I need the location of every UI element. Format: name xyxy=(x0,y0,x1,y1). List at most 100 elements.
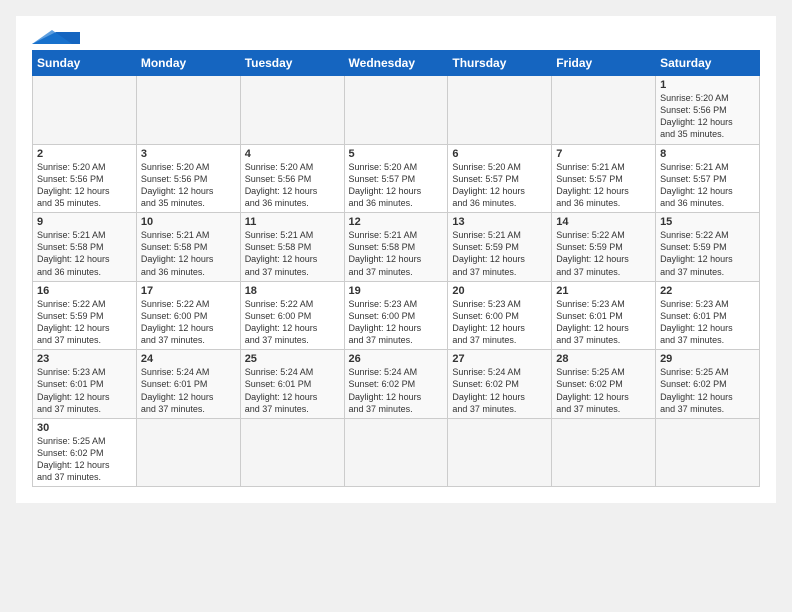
day-number: 28 xyxy=(556,353,651,365)
calendar-cell xyxy=(33,76,137,145)
calendar-cell: 5Sunrise: 5:20 AMSunset: 5:57 PMDaylight… xyxy=(344,144,448,213)
calendar-cell: 9Sunrise: 5:21 AMSunset: 5:58 PMDaylight… xyxy=(33,213,137,282)
page: SundayMondayTuesdayWednesdayThursdayFrid… xyxy=(16,16,776,503)
calendar-cell: 21Sunrise: 5:23 AMSunset: 6:01 PMDayligh… xyxy=(552,281,656,350)
weekday-header-monday: Monday xyxy=(136,51,240,76)
day-info: Sunrise: 5:23 AMSunset: 6:01 PMDaylight:… xyxy=(37,366,132,415)
calendar-cell xyxy=(656,418,760,487)
calendar-cell: 27Sunrise: 5:24 AMSunset: 6:02 PMDayligh… xyxy=(448,350,552,419)
day-info: Sunrise: 5:25 AMSunset: 6:02 PMDaylight:… xyxy=(556,366,651,415)
weekday-header-wednesday: Wednesday xyxy=(344,51,448,76)
day-number: 21 xyxy=(556,285,651,297)
day-number: 23 xyxy=(37,353,132,365)
calendar-week-row: 16Sunrise: 5:22 AMSunset: 5:59 PMDayligh… xyxy=(33,281,760,350)
calendar-cell: 4Sunrise: 5:20 AMSunset: 5:56 PMDaylight… xyxy=(240,144,344,213)
calendar-cell: 14Sunrise: 5:22 AMSunset: 5:59 PMDayligh… xyxy=(552,213,656,282)
day-info: Sunrise: 5:20 AMSunset: 5:57 PMDaylight:… xyxy=(452,161,547,210)
calendar-cell: 29Sunrise: 5:25 AMSunset: 6:02 PMDayligh… xyxy=(656,350,760,419)
day-number: 19 xyxy=(349,285,444,297)
calendar-cell xyxy=(344,76,448,145)
calendar-cell: 18Sunrise: 5:22 AMSunset: 6:00 PMDayligh… xyxy=(240,281,344,350)
day-number: 22 xyxy=(660,285,755,297)
calendar-cell: 1Sunrise: 5:20 AMSunset: 5:56 PMDaylight… xyxy=(656,76,760,145)
calendar-cell: 12Sunrise: 5:21 AMSunset: 5:58 PMDayligh… xyxy=(344,213,448,282)
day-info: Sunrise: 5:24 AMSunset: 6:01 PMDaylight:… xyxy=(141,366,236,415)
day-info: Sunrise: 5:21 AMSunset: 5:58 PMDaylight:… xyxy=(245,229,340,278)
calendar-table: SundayMondayTuesdayWednesdayThursdayFrid… xyxy=(32,50,760,487)
day-info: Sunrise: 5:21 AMSunset: 5:58 PMDaylight:… xyxy=(349,229,444,278)
day-number: 4 xyxy=(245,148,340,160)
calendar-cell: 6Sunrise: 5:20 AMSunset: 5:57 PMDaylight… xyxy=(448,144,552,213)
calendar-week-row: 23Sunrise: 5:23 AMSunset: 6:01 PMDayligh… xyxy=(33,350,760,419)
calendar-cell: 3Sunrise: 5:20 AMSunset: 5:56 PMDaylight… xyxy=(136,144,240,213)
day-info: Sunrise: 5:23 AMSunset: 6:01 PMDaylight:… xyxy=(556,298,651,347)
weekday-header-tuesday: Tuesday xyxy=(240,51,344,76)
weekday-header-sunday: Sunday xyxy=(33,51,137,76)
day-number: 30 xyxy=(37,422,132,434)
day-number: 7 xyxy=(556,148,651,160)
day-number: 1 xyxy=(660,79,755,91)
calendar-cell xyxy=(552,418,656,487)
logo-icon xyxy=(32,30,80,44)
day-info: Sunrise: 5:24 AMSunset: 6:02 PMDaylight:… xyxy=(452,366,547,415)
day-number: 12 xyxy=(349,216,444,228)
calendar-cell: 20Sunrise: 5:23 AMSunset: 6:00 PMDayligh… xyxy=(448,281,552,350)
day-info: Sunrise: 5:23 AMSunset: 6:01 PMDaylight:… xyxy=(660,298,755,347)
calendar-week-row: 2Sunrise: 5:20 AMSunset: 5:56 PMDaylight… xyxy=(33,144,760,213)
calendar-cell xyxy=(136,76,240,145)
day-number: 15 xyxy=(660,216,755,228)
calendar-cell: 15Sunrise: 5:22 AMSunset: 5:59 PMDayligh… xyxy=(656,213,760,282)
day-number: 5 xyxy=(349,148,444,160)
calendar-week-row: 9Sunrise: 5:21 AMSunset: 5:58 PMDaylight… xyxy=(33,213,760,282)
calendar-cell xyxy=(344,418,448,487)
day-info: Sunrise: 5:24 AMSunset: 6:02 PMDaylight:… xyxy=(349,366,444,415)
day-info: Sunrise: 5:20 AMSunset: 5:56 PMDaylight:… xyxy=(37,161,132,210)
day-number: 8 xyxy=(660,148,755,160)
header xyxy=(32,28,760,44)
weekday-header-thursday: Thursday xyxy=(448,51,552,76)
day-number: 17 xyxy=(141,285,236,297)
calendar-cell xyxy=(240,418,344,487)
calendar-cell xyxy=(448,418,552,487)
day-number: 18 xyxy=(245,285,340,297)
day-info: Sunrise: 5:22 AMSunset: 6:00 PMDaylight:… xyxy=(245,298,340,347)
day-number: 20 xyxy=(452,285,547,297)
day-number: 27 xyxy=(452,353,547,365)
calendar-cell: 24Sunrise: 5:24 AMSunset: 6:01 PMDayligh… xyxy=(136,350,240,419)
logo xyxy=(32,28,80,44)
day-info: Sunrise: 5:25 AMSunset: 6:02 PMDaylight:… xyxy=(660,366,755,415)
day-info: Sunrise: 5:22 AMSunset: 5:59 PMDaylight:… xyxy=(37,298,132,347)
calendar-cell xyxy=(552,76,656,145)
weekday-header-saturday: Saturday xyxy=(656,51,760,76)
day-info: Sunrise: 5:22 AMSunset: 6:00 PMDaylight:… xyxy=(141,298,236,347)
day-info: Sunrise: 5:21 AMSunset: 5:58 PMDaylight:… xyxy=(141,229,236,278)
day-info: Sunrise: 5:21 AMSunset: 5:57 PMDaylight:… xyxy=(660,161,755,210)
calendar-cell: 23Sunrise: 5:23 AMSunset: 6:01 PMDayligh… xyxy=(33,350,137,419)
calendar-cell: 17Sunrise: 5:22 AMSunset: 6:00 PMDayligh… xyxy=(136,281,240,350)
day-info: Sunrise: 5:23 AMSunset: 6:00 PMDaylight:… xyxy=(349,298,444,347)
calendar-cell: 11Sunrise: 5:21 AMSunset: 5:58 PMDayligh… xyxy=(240,213,344,282)
calendar-header-row: SundayMondayTuesdayWednesdayThursdayFrid… xyxy=(33,51,760,76)
day-info: Sunrise: 5:20 AMSunset: 5:57 PMDaylight:… xyxy=(349,161,444,210)
calendar-week-row: 1Sunrise: 5:20 AMSunset: 5:56 PMDaylight… xyxy=(33,76,760,145)
calendar-cell: 26Sunrise: 5:24 AMSunset: 6:02 PMDayligh… xyxy=(344,350,448,419)
calendar-cell: 7Sunrise: 5:21 AMSunset: 5:57 PMDaylight… xyxy=(552,144,656,213)
day-number: 3 xyxy=(141,148,236,160)
day-info: Sunrise: 5:20 AMSunset: 5:56 PMDaylight:… xyxy=(660,92,755,141)
calendar-cell: 30Sunrise: 5:25 AMSunset: 6:02 PMDayligh… xyxy=(33,418,137,487)
calendar-week-row: 30Sunrise: 5:25 AMSunset: 6:02 PMDayligh… xyxy=(33,418,760,487)
day-info: Sunrise: 5:20 AMSunset: 5:56 PMDaylight:… xyxy=(245,161,340,210)
calendar-cell: 28Sunrise: 5:25 AMSunset: 6:02 PMDayligh… xyxy=(552,350,656,419)
day-info: Sunrise: 5:21 AMSunset: 5:57 PMDaylight:… xyxy=(556,161,651,210)
day-number: 6 xyxy=(452,148,547,160)
calendar-cell xyxy=(448,76,552,145)
day-number: 24 xyxy=(141,353,236,365)
day-number: 10 xyxy=(141,216,236,228)
calendar-cell: 10Sunrise: 5:21 AMSunset: 5:58 PMDayligh… xyxy=(136,213,240,282)
day-number: 29 xyxy=(660,353,755,365)
day-info: Sunrise: 5:20 AMSunset: 5:56 PMDaylight:… xyxy=(141,161,236,210)
day-number: 11 xyxy=(245,216,340,228)
day-number: 13 xyxy=(452,216,547,228)
calendar-cell: 22Sunrise: 5:23 AMSunset: 6:01 PMDayligh… xyxy=(656,281,760,350)
day-info: Sunrise: 5:22 AMSunset: 5:59 PMDaylight:… xyxy=(660,229,755,278)
